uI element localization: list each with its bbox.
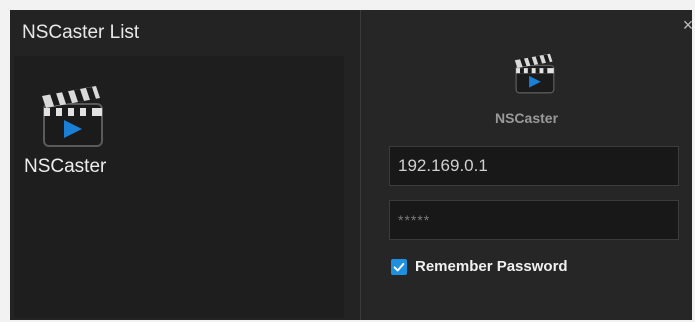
remember-password-row[interactable]: Remember Password xyxy=(391,258,568,275)
ip-address-value: 192.169.0.1 xyxy=(398,156,488,175)
password-value: ***** xyxy=(398,212,431,228)
device-list-item[interactable]: NSCaster xyxy=(22,74,132,184)
login-panel: × NSCaster 192.169.0.1 ***** Remember Pa… xyxy=(361,10,695,320)
device-name-label: NSCaster xyxy=(24,156,107,177)
nscaster-login-window: NSCaster List NSCaster × NSCaster 192.16… xyxy=(10,10,695,320)
remember-password-label: Remember Password xyxy=(415,258,568,275)
remember-password-checkbox[interactable] xyxy=(391,258,407,275)
clapperboard-play-icon xyxy=(30,74,110,154)
ip-address-field[interactable]: 192.169.0.1 xyxy=(389,146,679,186)
clapperboard-play-icon xyxy=(507,46,559,98)
close-icon[interactable]: × xyxy=(680,16,695,34)
checkmark-icon xyxy=(393,262,405,271)
selected-device-caption: NSCaster xyxy=(494,110,559,126)
device-list-title: NSCaster List xyxy=(22,22,140,43)
device-list-panel: NSCaster List NSCaster xyxy=(10,10,360,320)
password-field[interactable]: ***** xyxy=(389,200,679,240)
